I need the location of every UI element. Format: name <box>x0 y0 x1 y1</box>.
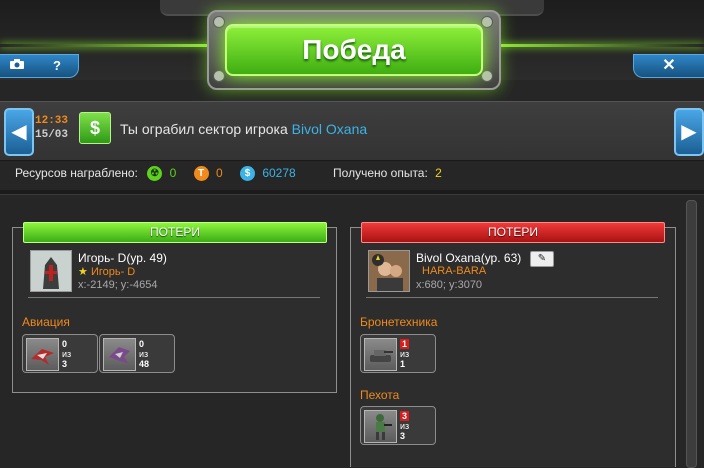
unit-lost: 0 <box>62 339 68 349</box>
unit-lost: 1 <box>400 339 410 349</box>
divider <box>0 190 704 195</box>
chevron-right-icon: ▶ <box>681 121 697 143</box>
soldier-icon <box>364 410 397 443</box>
unit-card[interactable]: 0 из 3 <box>22 334 98 373</box>
knight-avatar-icon <box>31 251 71 291</box>
exp-value: 2 <box>435 166 442 180</box>
unit-lost: 0 <box>139 339 145 349</box>
titanium-value: 0 <box>215 166 223 180</box>
window-title: Победа <box>225 24 483 76</box>
attacker-alliance-name: Игорь- D <box>90 266 136 278</box>
bolt-icon <box>213 16 225 28</box>
glow-line-left <box>0 44 230 47</box>
corner-buttons: ? <box>0 54 79 78</box>
message-time: 12:33 <box>35 115 69 127</box>
separator <box>28 297 320 298</box>
photo-avatar-icon <box>369 251 409 291</box>
credits-value: 60278 <box>262 166 296 180</box>
message-text: Ты ограбил сектор игрока Bivol Oxana <box>120 121 367 137</box>
unit-lost: 3 <box>400 411 410 421</box>
exp-label: Получено опыта: <box>333 166 428 180</box>
message-prefix: Ты ограбил сектор игрока <box>120 121 288 137</box>
next-message-button[interactable]: ▶ <box>674 108 704 156</box>
category-infantry: Пехота <box>360 388 400 402</box>
attacker-alliance: ★ Игорь- D <box>78 265 135 278</box>
unit-total: 3 <box>400 431 406 441</box>
bolt-icon <box>481 70 493 82</box>
defender-alliance: HARA-BARA <box>422 265 487 277</box>
attacker-losses-header: ПОТЕРИ <box>23 222 327 243</box>
prev-message-button[interactable]: ◀ <box>4 108 34 156</box>
aircraft-icon <box>103 338 136 371</box>
unit-of-label: из <box>400 421 410 431</box>
player-link[interactable]: Bivol Oxana <box>292 121 367 137</box>
attacker-coords: x:-2149; y:-4654 <box>78 279 158 291</box>
tank-icon <box>364 338 397 371</box>
avatar[interactable] <box>30 250 72 292</box>
unit-total: 48 <box>139 359 150 369</box>
unit-total: 3 <box>62 359 68 369</box>
unit-card[interactable]: 0 из 48 <box>99 334 175 373</box>
screenshot-button[interactable] <box>4 56 30 76</box>
resources-label: Ресурсов награблено: <box>15 166 138 180</box>
titanium-icon: T <box>193 166 209 182</box>
credits-icon: $ <box>239 166 255 182</box>
money-icon: $ <box>79 112 111 144</box>
defender-name[interactable]: Bivol Oxana(ур. 63) <box>416 251 521 265</box>
unit-of-label: из <box>62 349 72 359</box>
aircraft-icon <box>26 338 59 371</box>
category-aviation: Авиация <box>22 315 70 329</box>
unit-of-label: из <box>139 349 149 359</box>
radiation-value: 0 <box>169 166 177 180</box>
defender-losses-header: ПОТЕРИ <box>361 222 665 243</box>
category-armor: Бронетехника <box>360 315 438 329</box>
unit-total: 1 <box>400 359 406 369</box>
bolt-icon <box>213 70 225 82</box>
separator <box>366 297 658 298</box>
avatar[interactable] <box>368 250 410 292</box>
defender-coords: x:680; y:3070 <box>416 279 483 291</box>
resources-row: Ресурсов награблено: ☢ 0 T 0 $ 60278 Пол… <box>15 166 442 182</box>
chevron-left-icon: ◀ <box>11 121 27 143</box>
help-button[interactable]: ? <box>44 56 70 76</box>
bolt-icon <box>481 16 493 28</box>
message-date: 15/03 <box>35 129 69 141</box>
edit-icon[interactable]: ✎ <box>530 251 554 267</box>
radiation-icon: ☢ <box>147 166 163 182</box>
scrollbar[interactable] <box>686 200 697 468</box>
glow-line-right <box>474 44 704 47</box>
unit-card[interactable]: 3 из 3 <box>360 406 436 445</box>
attacker-name[interactable]: Игорь- D(ур. 49) <box>78 251 167 265</box>
close-button[interactable]: ✕ <box>633 54 704 78</box>
unit-of-label: из <box>400 349 410 359</box>
camera-icon <box>10 59 24 69</box>
star-icon: ★ <box>78 266 88 278</box>
unit-card[interactable]: 1 из 1 <box>360 334 436 373</box>
